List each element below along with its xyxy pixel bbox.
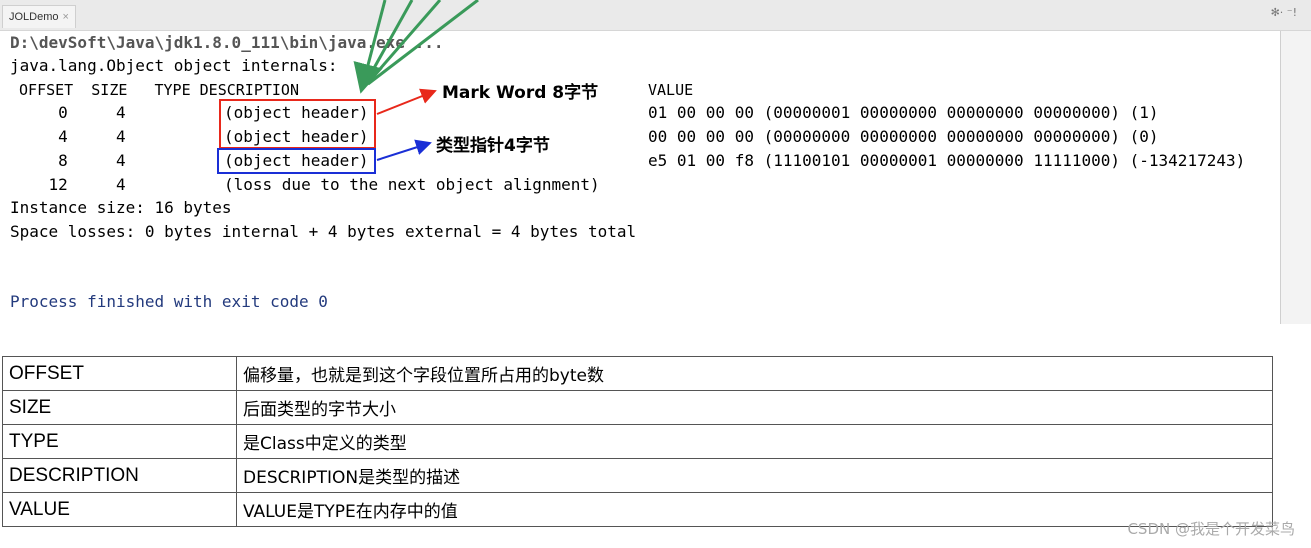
- table-value: DESCRIPTION是类型的描述: [236, 458, 1273, 493]
- table-value: 后面类型的字节大小: [236, 390, 1273, 425]
- green-arrow-3: [364, 0, 442, 86]
- table-key: VALUE: [2, 492, 237, 527]
- red-arrow: [376, 88, 437, 115]
- table-row: VALUE VALUE是TYPE在内存中的值: [2, 492, 1273, 527]
- table-row: SIZE 后面类型的字节大小: [2, 390, 1273, 425]
- table-value: 偏移量，也就是到这个字段位置所占用的byte数: [236, 356, 1273, 391]
- column-explanation-table: OFFSET 偏移量，也就是到这个字段位置所占用的byte数 SIZE 后面类型的字…: [2, 356, 1273, 527]
- green-arrow-2: [362, 0, 414, 87]
- green-arrow-4: [367, 0, 479, 86]
- table-value: VALUE是TYPE在内存中的值: [236, 492, 1273, 527]
- table-key: DESCRIPTION: [2, 458, 237, 493]
- table-row: TYPE 是Class中定义的类型: [2, 424, 1273, 459]
- table-value: 是Class中定义的类型: [236, 424, 1273, 459]
- annotation-arrows: [353, 0, 479, 161]
- table-key: TYPE: [2, 424, 237, 459]
- watermark: CSDN @我是个开发菜鸟: [1127, 520, 1295, 538]
- table-row: DESCRIPTION DESCRIPTION是类型的描述: [2, 458, 1273, 493]
- blue-arrow: [376, 139, 432, 161]
- table-key: OFFSET: [2, 356, 237, 391]
- table-row: OFFSET 偏移量，也就是到这个字段位置所占用的byte数: [2, 356, 1273, 391]
- table-key: SIZE: [2, 390, 237, 425]
- mark-word-label: Mark Word 8字节: [442, 83, 599, 103]
- ide-run-panel: JOLDemo × ✻· ⁻! D:\devSoft\Java\jdk1.8.0_…: [0, 0, 1311, 324]
- klass-pointer-label: 类型指针4字节: [436, 136, 550, 156]
